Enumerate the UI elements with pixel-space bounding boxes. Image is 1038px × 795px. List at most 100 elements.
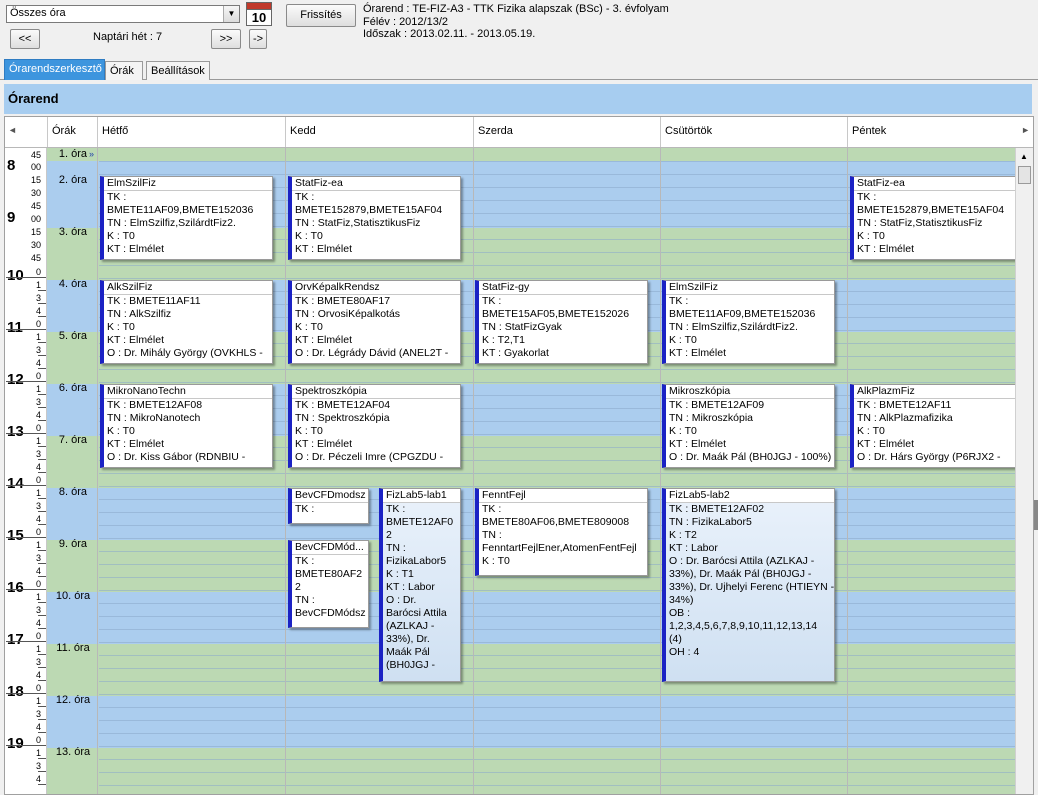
lesson-label: 10. óra [55,590,91,602]
grid-line [99,707,1017,708]
time-label: 3 [35,397,41,407]
event-detail: TK : [386,503,406,515]
grid-line [99,603,1017,604]
event-detail: K : T0 [107,425,135,437]
lesson-band-first [47,148,1017,161]
event-detail: TK : [482,295,502,307]
header-thursday: Csütörtök [660,117,847,147]
event-card[interactable]: MikroNanoTechn TK : BMETE12AF08 TN : Mikro… [100,384,273,468]
event-detail: TN : AlkSzilfiz [107,308,172,320]
time-tick [38,732,46,733]
time-label: 3 [35,501,41,511]
event-detail: O : Dr. Mihály György (OVKHLS - [107,347,263,359]
time-label: 3 [35,605,41,615]
vertical-scrollbar[interactable]: ▲ [1015,148,1033,794]
scrollbar-thumb[interactable] [1018,166,1031,184]
event-detail: TK : BMETE12AF02 [669,503,765,515]
time-label: 3 [35,761,41,771]
event-card[interactable]: FenntFejl TK : BMETE80AF06,BMETE809008 TN :… [475,488,648,576]
go-button[interactable]: -> [249,29,267,49]
event-detail: TN : [386,542,406,554]
event-card[interactable]: StatFiz-ea TK : BMETE152879,BMETE15AF04 TN … [288,176,461,260]
time-label: 0 [35,267,41,277]
event-card[interactable]: FizLab5-lab1 TK : BMETE12AF0 2 TN : FizikaLab… [379,488,461,682]
collapse-icon[interactable]: » [89,149,94,159]
time-tick [38,758,46,759]
event-detail: O : Dr. Hárs György (P6RJX2 - [857,451,1001,463]
event-detail: (AZLKAJ - [386,620,435,632]
grid-line [99,265,1017,266]
grid-line [99,616,1017,617]
event-title: FenntFejl [479,489,647,503]
event-card[interactable]: BevCFDMód... TK : BMETE80AF2 2 TN : BevCFDMód… [288,540,369,628]
event-card[interactable]: AlkSzilFiz TK : BMETE11AF11 TN : AlkSzilfi… [100,280,273,364]
time-tick [38,524,46,525]
time-tick [6,277,46,278]
event-detail: OB : [669,607,691,619]
time-tick [38,628,46,629]
event-card[interactable]: AlkPlazmFiz TK : BMETE12AF11 TN : AlkPlazm… [850,384,1017,468]
grid-line [99,577,1017,578]
event-card[interactable]: StatFiz-ea TK : BMETE152879,BMETE15AF04 TN … [850,176,1017,260]
event-card[interactable]: StatFiz-gy TK : BMETE15AF05,BMETE152026 TN … [475,280,648,364]
calendar-icon[interactable]: 10 [246,2,272,26]
scroll-right-icon[interactable]: ► [1021,125,1030,135]
next-week-button[interactable]: >> [211,29,241,49]
tab-settings[interactable]: Beállítások [146,61,210,80]
time-tick [38,472,46,473]
scroll-up-icon[interactable]: ▲ [1020,152,1028,161]
refresh-button[interactable]: Frissítés [286,4,356,27]
event-detail: TN : ElmSzilfiz,SzilárdtFiz2. [669,321,798,333]
tab-lessons[interactable]: Órák [105,61,143,80]
event-card[interactable]: FizLab5-lab2 TK : BMETE12AF02 TN : FizikaL… [662,488,835,682]
time-label: 00 [30,162,41,172]
time-label: 1 [35,592,41,602]
toolbar: Összes óra ▼ 10 Frissítés << Naptári hét… [0,0,1038,58]
time-tick [38,459,46,460]
event-detail: K : T0 [669,425,697,437]
time-label: 0 [35,683,41,693]
event-detail: TK : [857,191,877,203]
event-detail: KT : Elmélet [107,438,164,450]
event-detail: TN : AlkPlazmafizika [857,412,953,424]
chevron-down-icon[interactable]: ▼ [223,6,239,22]
calendar-day: 10 [251,10,267,25]
event-detail: TN : StatFiz,StatisztikusFiz [857,217,983,229]
event-detail: TN : FizikaLabor5 [669,516,752,528]
event-card[interactable]: Mikroszkópia TK : BMETE12AF09 TN : Mikrosz… [662,384,835,468]
event-card[interactable]: BevCFDmodsz TK : [288,488,369,524]
event-detail: BMETE11AF09,BMETE152036 [669,308,816,320]
lesson-label: 13. óra [55,746,91,758]
period-select[interactable]: Összes óra ▼ [6,5,240,23]
event-detail: KT : Labor [386,581,435,593]
event-card[interactable]: Spektroszkópia TK : BMETE12AF04 TN : Spekt… [288,384,461,468]
time-tick [6,745,46,746]
grid-line [99,629,1017,630]
event-detail: K : T0 [857,425,885,437]
time-label: 4 [35,670,41,680]
prev-week-button[interactable]: << [10,29,40,49]
tab-timetable-editor[interactable]: Órarendszerkesztő [4,59,105,80]
event-detail: TN : Spektroszkópia [295,412,390,424]
event-card[interactable]: ElmSzilFiz TK : BMETE11AF09,BMETE152036 TN … [100,176,273,260]
grid-line [99,278,1017,279]
event-card[interactable]: ElmSzilFiz TK : BMETE11AF09,BMETE152036 TN … [662,280,835,364]
event-detail: Barócsi Attila [386,607,447,619]
timetable-grid: ◄ Órák Hétfő Kedd Szerda Csütörtök Pénte… [4,116,1034,795]
info-semester: Félév : 2012/13/2 [363,15,449,28]
column-divider [97,148,98,794]
event-detail: K : T0 [669,334,697,346]
event-detail: TN : StatFizGyak [482,321,562,333]
time-label: 4 [35,410,41,420]
period-select-value: Összes óra [10,7,66,19]
event-card[interactable]: OrvKépalkRendsz TK : BMETE80AF17 TN : Orvo… [288,280,461,364]
time-tick [38,498,46,499]
timetable-info: Órarend : TE-FIZ-A3 - TTK Fizika alapsza… [363,3,669,41]
time-tick [38,784,46,785]
scroll-left-icon[interactable]: ◄ [8,125,17,135]
splitter-handle[interactable] [1034,500,1038,530]
time-tick [38,680,46,681]
grid-line [99,772,1017,773]
time-label: 4 [35,722,41,732]
event-detail: TN : ElmSzilfiz,SzilárdtFiz2. [107,217,236,229]
